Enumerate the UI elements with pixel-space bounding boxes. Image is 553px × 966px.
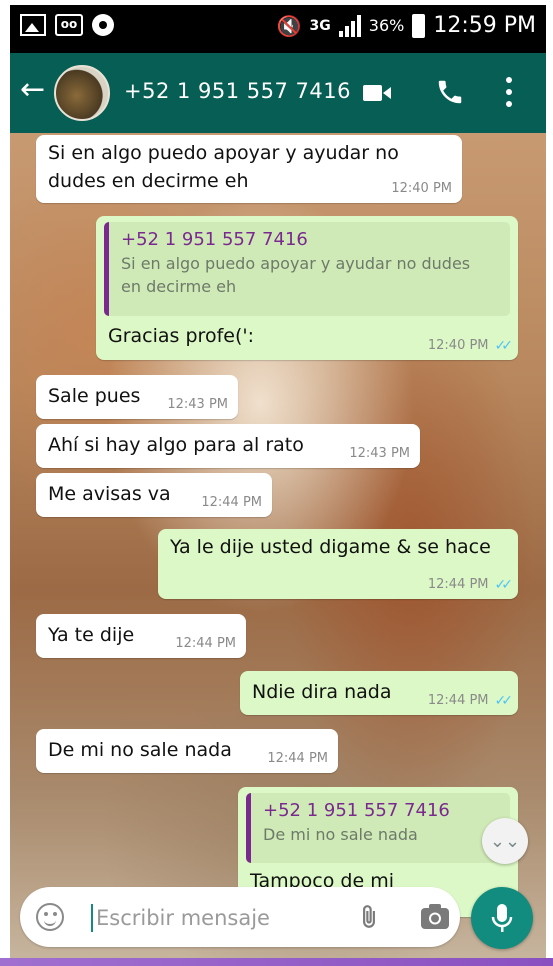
message-outgoing[interactable]: Ya le dije usted digame & se hace 12:44 … (158, 529, 518, 599)
message-time: 12:40 PM (427, 338, 489, 353)
picture-icon (20, 14, 46, 36)
message-time: 12:44 PM (427, 693, 489, 708)
video-call-icon[interactable] (363, 83, 391, 103)
disc-icon (92, 14, 114, 36)
camera-icon[interactable] (420, 903, 450, 931)
status-left: oo (20, 14, 114, 36)
quoted-message[interactable]: +52 1 951 557 7416 Si en algo puedo apoy… (104, 222, 510, 316)
quoted-text: en decirme eh (121, 277, 237, 296)
chevron-double-down-icon: ⌄⌄ (489, 830, 521, 852)
message-meta: 12:44 PM (175, 636, 236, 652)
back-arrow-icon[interactable]: ← (20, 75, 45, 105)
scroll-to-bottom-button[interactable]: ⌄⌄ (482, 818, 528, 864)
message-input[interactable] (94, 901, 348, 935)
message-incoming[interactable]: Me avisas va 12:44 PM (36, 473, 272, 517)
quoted-sender: +52 1 951 557 7416 (121, 229, 308, 250)
message-list[interactable]: Si en algo puedo apoyar y ayudar no dude… (10, 133, 546, 961)
signal-icon (338, 14, 361, 37)
message-incoming[interactable]: Sale pues 12:43 PM (36, 375, 238, 419)
message-text: Si en algo puedo apoyar y ayudar no (48, 142, 399, 164)
message-time: 12:40 PM (391, 181, 452, 196)
read-ticks-icon: ✓✓ (494, 577, 514, 593)
text-cursor (91, 904, 93, 932)
voicemail-icon: oo (55, 14, 83, 36)
message-time: 12:43 PM (167, 397, 228, 412)
message-text: dudes en decirme eh (48, 170, 249, 192)
phone-screen: oo 🔇 3G 36% 12:59 PM ← +52 1 951 557 741… (10, 5, 546, 961)
attach-icon[interactable] (356, 903, 382, 931)
message-meta: 12:44 PM ✓✓ (427, 577, 514, 593)
quoted-text: De mi no sale nada (263, 825, 418, 844)
quoted-text: Si en algo puedo apoyar y ayudar no dude… (121, 254, 471, 273)
message-meta: 12:40 PM ✓✓ (427, 338, 514, 354)
battery-percent: 36% (368, 16, 405, 35)
message-outgoing[interactable]: Ndie dira nada 12:44 PM ✓✓ (240, 671, 518, 715)
message-meta: 12:44 PM (201, 495, 262, 511)
message-time: 12:43 PM (349, 446, 410, 461)
quoted-sender: +52 1 951 557 7416 (263, 800, 450, 821)
message-composer (20, 887, 460, 947)
message-meta: 12:43 PM (167, 397, 228, 413)
muted-speaker-icon: 🔇 (276, 13, 302, 38)
message-time: 12:44 PM (267, 751, 328, 766)
message-time: 12:44 PM (175, 636, 236, 651)
message-meta: 12:40 PM (391, 181, 452, 197)
chat-header: ← +52 1 951 557 7416 (10, 53, 546, 133)
message-time: 12:44 PM (427, 577, 489, 592)
message-text: Ya le dije usted digame & se hace (170, 536, 491, 558)
network-type: 3G (309, 17, 331, 34)
message-incoming[interactable]: Ahí si hay algo para al rato 12:43 PM (36, 424, 420, 468)
read-ticks-icon: ✓✓ (494, 338, 514, 354)
message-incoming[interactable]: Ya te dije 12:44 PM (36, 614, 246, 658)
message-meta: 12:44 PM (267, 751, 328, 767)
microphone-icon (491, 904, 513, 932)
message-meta: 12:44 PM ✓✓ (427, 693, 514, 709)
bottom-accent-line (0, 958, 553, 966)
read-ticks-icon: ✓✓ (494, 693, 514, 709)
emoji-icon[interactable] (36, 903, 64, 931)
more-vert-icon[interactable] (505, 77, 513, 107)
phone-icon[interactable] (435, 77, 465, 107)
clock: 12:59 PM (433, 13, 536, 38)
status-right: 🔇 3G 36% 12:59 PM (277, 13, 536, 38)
status-bar: oo 🔇 3G 36% 12:59 PM (10, 5, 546, 53)
battery-icon (412, 13, 426, 38)
contact-avatar[interactable] (54, 65, 110, 121)
voice-record-button[interactable] (471, 887, 533, 949)
message-incoming[interactable]: De mi no sale nada 12:44 PM (36, 729, 338, 773)
message-time: 12:44 PM (201, 495, 262, 510)
message-outgoing[interactable]: +52 1 951 557 7416 Si en algo puedo apoy… (96, 216, 518, 360)
message-incoming[interactable]: Si en algo puedo apoyar y ayudar no dude… (36, 135, 462, 203)
quoted-message[interactable]: +52 1 951 557 7416 De mi no sale nada (246, 793, 510, 863)
message-meta: 12:43 PM (349, 446, 410, 462)
contact-name[interactable]: +52 1 951 557 7416 (124, 79, 351, 103)
